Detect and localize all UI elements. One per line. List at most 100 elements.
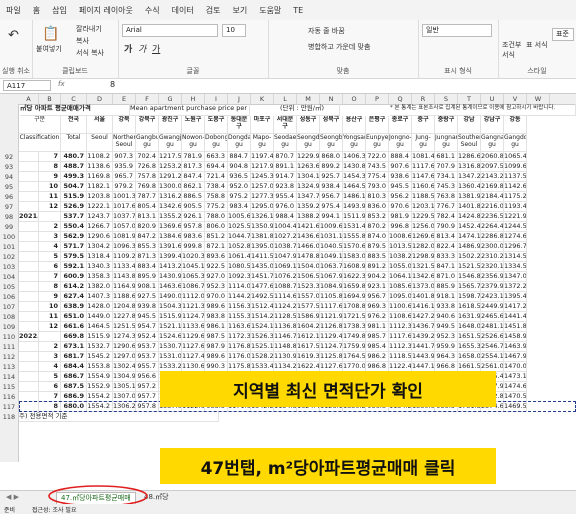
table-cell[interactable]: 936.5 [228,172,251,182]
table-cell[interactable]: 923.1 [366,282,389,292]
table-cell[interactable]: 955.7 [136,362,159,372]
year-cell[interactable]: 주) 전용면적 기준 [19,412,219,422]
table-cell[interactable]: 651.0 [61,312,87,322]
table-cell[interactable]: 1477.6 [251,282,274,292]
table-cell[interactable]: 1121.3 [182,302,205,312]
table-cell[interactable]: 1163.6 [228,322,251,332]
table-cell[interactable]: 1291.2 [159,172,182,182]
table-cell[interactable]: 999.8 [182,242,205,252]
table-cell[interactable]: 1359.2 [297,202,320,212]
table-cell[interactable]: 661.6 [61,322,87,332]
table-cell[interactable]: 994.1 [320,212,343,222]
table-cell[interactable]: 1506.5 [297,272,320,282]
year-cell[interactable] [19,202,39,212]
table-cell[interactable]: 1061.4 [228,252,251,262]
month-cell[interactable]: 4 [39,242,61,252]
table-cell[interactable]: 1417.2 [504,302,527,312]
table-cell[interactable]: 1478.8 [297,252,320,262]
table-cell[interactable]: 1523.3 [297,282,320,292]
year-cell[interactable] [19,312,39,322]
table-cell[interactable]: 734.1 [435,172,458,182]
table-cell[interactable]: 571.7 [61,242,87,252]
table-cell[interactable]: 1304.9 [113,372,136,382]
table-cell[interactable]: 1428.0 [87,302,113,312]
table-cell[interactable]: 1381.8 [251,232,274,242]
table-cell[interactable]: 1531.4 [343,222,366,232]
table-cell[interactable]: 1221.9 [504,212,527,222]
table-cell[interactable]: 1464.5 [343,182,366,192]
undo-icon[interactable]: ↶ [8,28,19,43]
table-cell[interactable]: 1290.6 [87,232,113,242]
table-cell[interactable]: 2300.0 [481,242,504,252]
table-cell[interactable]: 1217.5 [159,152,182,162]
table-cell[interactable]: 738.4 [205,182,228,192]
table-cell[interactable]: 781.9 [182,152,205,162]
table-cell[interactable]: 687.5 [61,382,87,392]
table-cell[interactable]: 1266.7 [87,222,113,232]
table-cell[interactable]: 888.4 [389,152,412,162]
table-cell[interactable]: 1326.1 [251,212,274,222]
row-header[interactable] [0,104,19,116]
table-cell[interactable]: 1295.0 [251,202,274,212]
table-cell[interactable]: 1044.7 [228,232,251,242]
table-cell[interactable]: 1005.6 [228,212,251,222]
table-cell[interactable]: 1441.7 [412,342,435,352]
table-cell[interactable]: 1449.0 [87,312,113,322]
table-cell[interactable]: 1391.6 [159,242,182,252]
month-cell[interactable]: 10 [39,182,61,192]
month-cell[interactable] [39,332,61,342]
table-cell[interactable]: 1586.9 [297,312,320,322]
table-cell[interactable]: 1114.0 [228,282,251,292]
formula-input[interactable]: 8 [110,80,115,89]
menu-item-5[interactable]: 데이터 [166,5,200,16]
year-cell[interactable] [19,232,39,242]
table-cell[interactable]: 1316.8 [458,162,481,172]
table-cell[interactable]: 847.1 [435,262,458,272]
table-cell[interactable]: 1466.0 [297,242,320,252]
table-cell[interactable]: 2264.4 [481,222,504,232]
table-cell[interactable]: 669.8 [61,332,87,342]
column-header-W[interactable]: W [527,94,550,104]
year-cell[interactable] [19,342,39,352]
table-cell[interactable]: 1128.5 [274,312,297,322]
column-header-U[interactable]: U [481,94,504,104]
table-cell[interactable]: 813.1 [136,212,159,222]
table-cell[interactable]: 787.7 [136,192,159,202]
table-cell[interactable]: 907.6 [389,162,412,172]
table-cell[interactable]: 1321.5 [412,262,435,272]
month-cell[interactable]: 2 [39,342,61,352]
table-cell[interactable]: 1304.2 [87,242,113,252]
table-cell[interactable]: 1193.4 [504,202,527,212]
row-header[interactable] [0,422,19,432]
table-cell[interactable]: 853.2 [366,212,389,222]
table-cell[interactable]: 1143.8 [113,272,136,282]
table-cell[interactable]: 1504.3 [159,302,182,312]
table-cell[interactable]: 1164.9 [113,282,136,292]
table-cell[interactable]: 1619.3 [297,352,320,362]
table-cell[interactable]: 885.9 [435,282,458,292]
table-cell[interactable]: 908.1 [136,282,159,292]
table-cell[interactable]: 1108.2 [87,152,113,162]
row-header[interactable]: 94 [0,172,19,182]
table-cell[interactable]: 1360.4 [458,182,481,192]
cell-style-box[interactable]: 표준 [552,28,574,41]
table-cell[interactable]: 1256.0 [412,222,435,232]
table-cell[interactable]: 1557.0 [297,292,320,302]
menu-item-7[interactable]: 보기 [226,5,253,16]
table-cell[interactable]: 1570.6 [343,242,366,252]
table-cell[interactable]: 1430.9 [159,272,182,282]
table-cell[interactable]: 579.5 [61,252,87,262]
table-cell[interactable]: 1017.6 [113,202,136,212]
row-header[interactable]: 111 [0,342,19,352]
table-cell[interactable]: 822.4 [435,242,458,252]
table-cell[interactable]: 726.8 [136,162,159,172]
table-cell[interactable]: 562.9 [61,232,87,242]
table-cell[interactable]: 2184.4 [481,192,504,202]
table-cell[interactable]: 721.4 [205,172,228,182]
table-cell[interactable]: 1155.3 [228,312,251,322]
table-cell[interactable]: 2286.8 [481,232,504,242]
table-cell[interactable]: 1001.3 [113,192,136,202]
bold-button[interactable]: 가 [124,42,132,55]
month-cell[interactable]: 7 [39,272,61,282]
table-cell[interactable]: 1655.3 [458,342,481,352]
